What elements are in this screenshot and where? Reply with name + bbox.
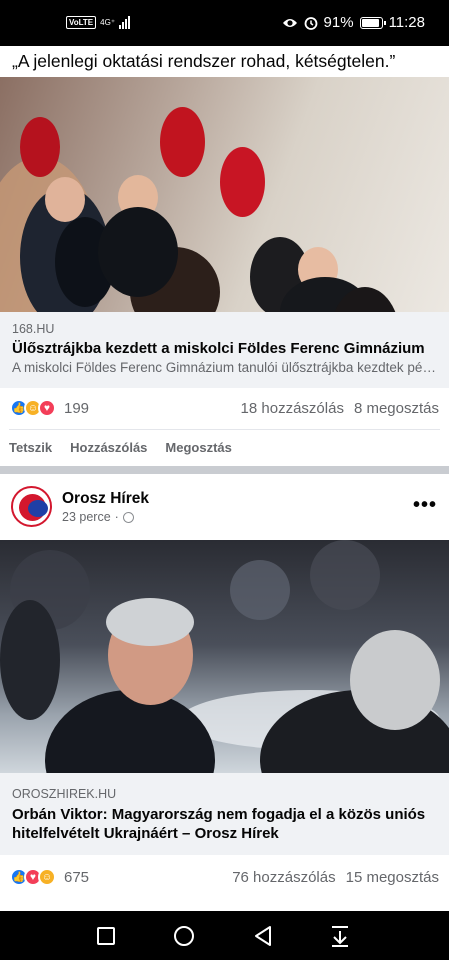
- battery-percent: 91%: [323, 14, 354, 31]
- link-description: A miskolci Földes Ferenc Gimnázium tanul…: [12, 360, 437, 375]
- comments-count[interactable]: 18 hozzászólás: [241, 400, 344, 417]
- globe-icon: [122, 511, 134, 523]
- share-button[interactable]: Megosztás: [165, 440, 231, 455]
- shares-count[interactable]: 15 megosztás: [346, 869, 439, 886]
- clock: 11:28: [388, 14, 425, 31]
- article-image[interactable]: [0, 77, 449, 312]
- battery-icon: [359, 16, 386, 29]
- alarm-icon: [304, 16, 317, 30]
- link-title: Ülősztrájkba kezdett a miskolci Földes F…: [12, 340, 425, 357]
- link-preview[interactable]: OROSZHIREK.HU Orbán Viktor: Magyarország…: [0, 773, 449, 855]
- eye-icon: [282, 18, 297, 27]
- reaction-icons[interactable]: 👍 ♥ ☺: [10, 868, 56, 886]
- post-text: „A jelenlegi oktatási rendszer rohad, ké…: [12, 51, 396, 71]
- post-actions: Tetszik Hozzászólás Megosztás: [0, 432, 449, 462]
- comments-count[interactable]: 76 hozzászólás: [232, 869, 335, 886]
- status-bar: VoLTE 4G⁺ 91% 11:28: [0, 0, 449, 46]
- system-navigation-bar: [0, 911, 449, 960]
- page-name[interactable]: Orosz Hírek: [62, 490, 149, 508]
- comment-button[interactable]: Hozzászólás: [70, 440, 147, 455]
- like-button[interactable]: Tetszik: [9, 440, 52, 455]
- network-type: 4G⁺: [100, 17, 116, 27]
- feed-separator: [0, 466, 449, 474]
- volte-badge: VoLTE: [66, 15, 97, 29]
- notification-pulldown-button[interactable]: [330, 924, 350, 948]
- reaction-count[interactable]: 199: [64, 400, 89, 417]
- care-reaction-icon: ☺: [38, 868, 56, 886]
- post-header: Orosz Hírek 23 perce · •••: [0, 474, 449, 540]
- love-reaction-icon: ♥: [38, 399, 56, 417]
- link-source: OROSZHIREK.HU: [12, 787, 117, 801]
- post-meta: 23 perce ·: [62, 510, 134, 524]
- link-preview[interactable]: 168.HU Ülősztrájkba kezdett a miskolci F…: [0, 312, 449, 388]
- reaction-icons[interactable]: 👍 ☺ ♥: [10, 399, 56, 417]
- home-button[interactable]: [174, 926, 194, 946]
- reaction-count[interactable]: 675: [64, 869, 89, 886]
- link-source: 168.HU: [12, 322, 55, 336]
- shares-count[interactable]: 8 megosztás: [354, 400, 439, 417]
- reactions-bar: 👍 ☺ ♥ 199 18 hozzászólás 8 megosztás: [0, 388, 449, 428]
- more-options-button[interactable]: •••: [413, 494, 437, 517]
- reactions-bar: 👍 ♥ ☺ 675 76 hozzászólás 15 megosztás: [0, 857, 449, 897]
- recent-apps-button[interactable]: [97, 927, 115, 945]
- link-title: Orbán Viktor: Magyarország nem fogadja e…: [12, 806, 426, 842]
- back-button[interactable]: [253, 925, 273, 947]
- page-avatar[interactable]: [11, 486, 52, 527]
- system-status: 91% 11:28: [282, 14, 425, 31]
- signal-icon: [119, 15, 131, 29]
- article-image[interactable]: [0, 540, 449, 773]
- post-time[interactable]: 23 perce: [62, 510, 111, 524]
- network-status: VoLTE 4G⁺: [66, 15, 131, 29]
- divider: [9, 429, 440, 430]
- meta-dot: ·: [114, 510, 119, 524]
